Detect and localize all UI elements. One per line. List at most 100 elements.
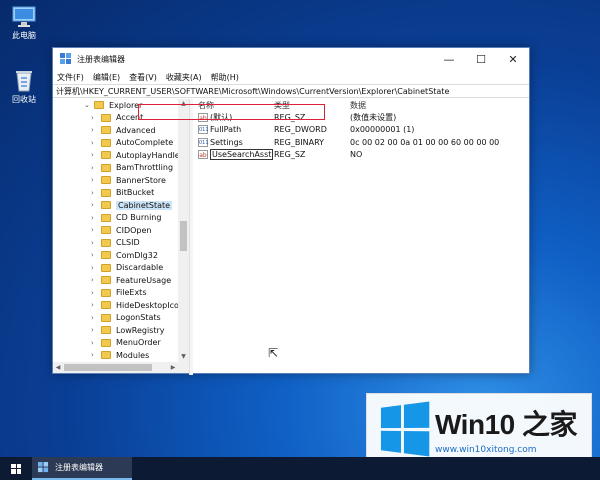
value-data: NO bbox=[350, 150, 363, 160]
tree-item[interactable]: › MenuOrder bbox=[91, 337, 161, 350]
tree-item[interactable]: › CLSID bbox=[91, 237, 140, 250]
folder-icon bbox=[101, 188, 111, 197]
tree-item[interactable]: › AutoplayHandle bbox=[91, 149, 180, 162]
value-row[interactable]: 011 Settings REG_BINARY 0c 00 02 00 0a 01 0… bbox=[193, 136, 529, 149]
chevron-right-icon[interactable]: › bbox=[91, 314, 98, 322]
tree-horizontal-scrollbar[interactable]: ◀ ▶ bbox=[53, 362, 189, 373]
value-row[interactable]: ab (默认) REG_SZ (数值未设置) bbox=[193, 111, 529, 124]
binary-value-icon: 011 bbox=[198, 125, 209, 135]
tree-item-label: BitBucket bbox=[116, 188, 155, 198]
chevron-right-icon[interactable]: › bbox=[91, 201, 98, 209]
menu-help[interactable]: 帮助(H) bbox=[211, 72, 239, 83]
tree-item[interactable]: › CabinetState bbox=[91, 199, 173, 212]
tree-item-label: CLSID bbox=[116, 238, 140, 248]
tree-item[interactable]: › CD Burning bbox=[91, 212, 161, 225]
column-header-type[interactable]: 类型 bbox=[274, 100, 290, 111]
scroll-right-icon[interactable]: ▶ bbox=[168, 362, 178, 373]
folder-icon bbox=[101, 263, 111, 272]
desktop-icon-label: 回收站 bbox=[12, 95, 36, 104]
chevron-right-icon[interactable]: › bbox=[91, 151, 98, 159]
tree-item[interactable]: › FeatureUsage bbox=[91, 274, 171, 287]
value-row[interactable]: ab UseSearchAsst REG_SZ NO bbox=[193, 149, 529, 162]
tree-vertical-scrollbar[interactable]: ▲ ▼ bbox=[178, 99, 189, 362]
tree-item[interactable]: › BamThrottling bbox=[91, 162, 173, 175]
column-header-name[interactable]: 名称 bbox=[198, 100, 214, 111]
chevron-right-icon[interactable]: › bbox=[91, 276, 98, 284]
address-bar[interactable]: 计算机\HKEY_CURRENT_USER\SOFTWARE\Microsoft… bbox=[53, 84, 529, 98]
menu-edit[interactable]: 编辑(E) bbox=[93, 72, 120, 83]
tree-item-label: MenuOrder bbox=[116, 338, 161, 348]
tree-item[interactable]: › CIDOpen bbox=[91, 224, 151, 237]
windows-logo-icon bbox=[11, 463, 21, 474]
tree-item[interactable]: › BitBucket bbox=[91, 187, 155, 200]
menu-bar: 文件(F) 编辑(E) 查看(V) 收藏夹(A) 帮助(H) bbox=[53, 70, 529, 84]
tree-item[interactable]: › AutoComplete bbox=[91, 137, 173, 150]
maximize-button[interactable]: ☐ bbox=[465, 48, 497, 70]
folder-icon bbox=[101, 151, 111, 160]
chevron-right-icon[interactable]: › bbox=[91, 114, 98, 122]
chevron-right-icon[interactable]: › bbox=[91, 339, 98, 347]
scroll-left-icon[interactable]: ◀ bbox=[53, 362, 63, 373]
folder-icon bbox=[101, 201, 111, 210]
tree-item[interactable]: › BannerStore bbox=[91, 174, 166, 187]
tree-item-explorer[interactable]: ⌄ Explorer bbox=[84, 99, 142, 112]
close-button[interactable]: ✕ bbox=[497, 48, 529, 70]
menu-view[interactable]: 查看(V) bbox=[129, 72, 157, 83]
taskbar: 注册表编辑器 bbox=[0, 457, 600, 480]
minimize-button[interactable]: — bbox=[433, 48, 465, 70]
title-bar[interactable]: 注册表编辑器 — ☐ ✕ bbox=[53, 48, 529, 70]
scroll-down-icon[interactable]: ▼ bbox=[178, 352, 189, 362]
tree-item-label: Accent bbox=[116, 113, 144, 123]
recycle-bin-icon bbox=[16, 71, 32, 92]
tree-item[interactable]: › FileExts bbox=[91, 287, 146, 300]
watermark-url: www.win10xitong.com bbox=[435, 445, 537, 455]
chevron-right-icon[interactable]: › bbox=[91, 164, 98, 172]
scroll-thumb[interactable] bbox=[180, 221, 187, 251]
tree-item[interactable]: › Accent bbox=[91, 112, 144, 125]
value-type: REG_SZ bbox=[274, 112, 306, 122]
chevron-right-icon[interactable]: › bbox=[91, 214, 98, 222]
taskbar-item-label: 注册表编辑器 bbox=[55, 463, 103, 472]
tree-item[interactable]: › ComDlg32 bbox=[91, 249, 158, 262]
tree-item[interactable]: › HideDesktopIco bbox=[91, 299, 179, 312]
taskbar-item-registry-editor[interactable]: 注册表编辑器 bbox=[32, 457, 132, 480]
chevron-right-icon[interactable]: › bbox=[91, 351, 98, 359]
tree-item[interactable]: › Modules bbox=[91, 349, 149, 362]
tree-item[interactable]: › LowRegistry bbox=[91, 324, 165, 337]
chevron-right-icon[interactable]: › bbox=[91, 239, 98, 247]
chevron-right-icon[interactable]: › bbox=[91, 301, 98, 309]
chevron-right-icon[interactable]: › bbox=[91, 226, 98, 234]
desktop-icon-this-pc[interactable]: 此电脑 bbox=[6, 6, 42, 41]
folder-icon bbox=[101, 163, 111, 172]
folder-icon bbox=[101, 176, 111, 185]
value-name-cell: ab UseSearchAsst bbox=[198, 149, 274, 161]
chevron-down-icon[interactable]: ⌄ bbox=[84, 101, 91, 109]
chevron-right-icon[interactable]: › bbox=[91, 251, 98, 259]
chevron-right-icon[interactable]: › bbox=[91, 189, 98, 197]
folder-icon bbox=[101, 313, 111, 322]
menu-favorites[interactable]: 收藏夹(A) bbox=[166, 72, 202, 83]
value-list: 名称 类型 数据 ab (默认) REG_SZ (数值未设置) 011 FullPath R… bbox=[193, 99, 529, 373]
chevron-right-icon[interactable]: › bbox=[91, 326, 98, 334]
scroll-up-icon[interactable]: ▲ bbox=[178, 99, 189, 109]
list-header: 名称 类型 数据 bbox=[193, 99, 529, 111]
chevron-right-icon[interactable]: › bbox=[91, 176, 98, 184]
tree-item[interactable]: › Advanced bbox=[91, 124, 156, 137]
tree-item[interactable]: › Discardable bbox=[91, 262, 163, 275]
start-button[interactable] bbox=[0, 457, 32, 480]
value-name[interactable]: UseSearchAsst bbox=[210, 149, 274, 161]
folder-icon bbox=[101, 213, 111, 222]
menu-file[interactable]: 文件(F) bbox=[57, 72, 84, 83]
folder-icon bbox=[101, 326, 111, 335]
tree-item-label: AutoplayHandle bbox=[116, 150, 180, 160]
folder-icon bbox=[101, 338, 111, 347]
desktop-icon-recycle-bin[interactable]: 回收站 bbox=[6, 68, 42, 105]
value-row[interactable]: 011 FullPath REG_DWORD 0x00000001 (1) bbox=[193, 124, 529, 137]
chevron-right-icon[interactable]: › bbox=[91, 126, 98, 134]
chevron-right-icon[interactable]: › bbox=[91, 139, 98, 147]
tree-item[interactable]: › LogonStats bbox=[91, 312, 161, 325]
column-header-data[interactable]: 数据 bbox=[350, 100, 366, 111]
scroll-thumb[interactable] bbox=[64, 364, 152, 371]
chevron-right-icon[interactable]: › bbox=[91, 289, 98, 297]
chevron-right-icon[interactable]: › bbox=[91, 264, 98, 272]
